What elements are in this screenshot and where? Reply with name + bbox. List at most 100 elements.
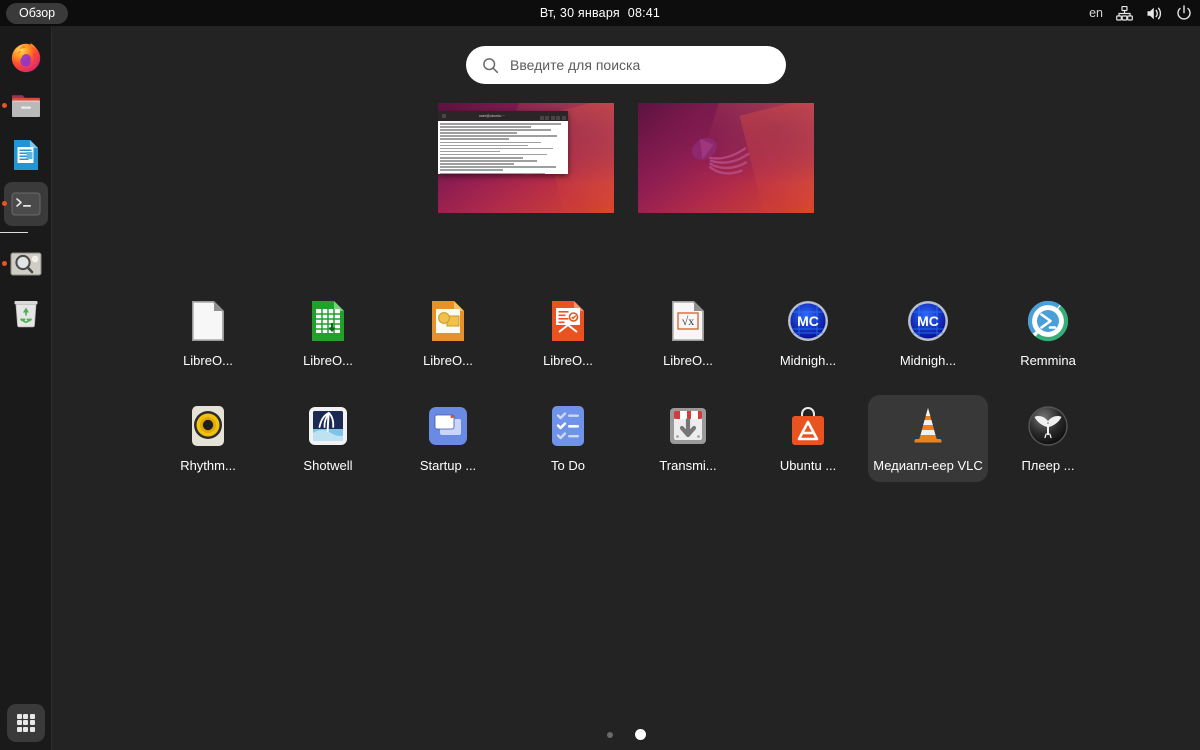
clock-time: 08:41 [627, 6, 661, 20]
svg-text:MC: MC [797, 313, 819, 329]
grid-dot [23, 720, 29, 726]
svg-text:√x: √x [682, 314, 695, 328]
startup-applications-icon [425, 403, 471, 449]
overview-area: Введите для поиска user@ubuntu: ~ LibreO… [52, 26, 1200, 750]
dock-separator [0, 232, 28, 233]
app-label: Startup ... [419, 458, 477, 473]
top-bar: Обзор Вт, 30 января 08:41 en [0, 0, 1200, 26]
grid-dot [30, 720, 36, 726]
libreoffice-draw-icon [425, 298, 471, 344]
clock-menu-button[interactable]: Вт, 30 января 08:41 [0, 6, 1200, 20]
dock-item-firefox[interactable] [0, 32, 52, 81]
app-label: Плеер ... [1021, 458, 1075, 473]
dash-dock [0, 26, 52, 750]
app-item-rhythmbox[interactable]: Rhythm... [148, 395, 268, 482]
dock-item-terminal[interactable] [0, 179, 52, 228]
window-menu-icon [441, 114, 446, 118]
midnight-commander-icon: MC [905, 298, 951, 344]
app-label: Remmina [1020, 353, 1076, 368]
app-item-midnight-commander-1[interactable]: MC Midnigh... [748, 290, 868, 377]
search-input[interactable]: Введите для поиска [466, 46, 786, 84]
remmina-icon [1025, 298, 1071, 344]
grid-dot [16, 720, 22, 726]
app-item-transmission[interactable]: Transmi... [628, 395, 748, 482]
app-item-libreoffice-calc[interactable]: LibreO... [268, 290, 388, 377]
ubuntu-software-icon [785, 403, 831, 449]
app-label: Rhythm... [180, 458, 236, 473]
transmission-icon [665, 403, 711, 449]
clock-date: Вт, 30 января [539, 6, 620, 20]
workspace-thumbnail-2[interactable] [638, 103, 814, 213]
app-label: Midnigh... [779, 353, 837, 368]
app-item-libreoffice-math[interactable]: √x LibreO... [628, 290, 748, 377]
running-indicator [1, 201, 7, 206]
show-applications-button[interactable] [7, 704, 45, 742]
firefox-icon [7, 38, 45, 76]
app-label: Midnigh... [899, 353, 957, 368]
gnome-shell-overview: Обзор Вт, 30 января 08:41 en Введите для… [0, 0, 1200, 750]
page-dot-2[interactable] [634, 729, 646, 740]
power-icon[interactable] [1176, 5, 1192, 21]
app-item-libreoffice-impress[interactable]: LibreO... [508, 290, 628, 377]
dock-item-libreoffice-writer[interactable] [0, 130, 52, 179]
workspace-thumbnail-1[interactable]: user@ubuntu: ~ [438, 103, 614, 213]
app-item-vlc[interactable]: Медиапл-еер VLC [868, 395, 988, 482]
dock-item-files[interactable] [0, 81, 52, 130]
search-icon [482, 57, 499, 74]
grid-dot [30, 727, 36, 733]
libreoffice-impress-icon [545, 298, 591, 344]
trash-icon [7, 294, 45, 332]
app-item-startup-applications[interactable]: Startup ... [388, 395, 508, 482]
dock-item-image-viewer[interactable] [0, 239, 52, 288]
dock-item-list [0, 32, 52, 337]
app-label: LibreO... [183, 353, 233, 368]
app-item-libreoffice-draw[interactable]: LibreO... [388, 290, 508, 377]
window-titlebar: user@ubuntu: ~ [438, 111, 568, 121]
libreoffice-calc-icon [305, 298, 351, 344]
volume-icon[interactable] [1146, 6, 1163, 21]
app-item-ubuntu-software[interactable]: Ubuntu ... [748, 395, 868, 482]
keyboard-layout-indicator[interactable]: en [1089, 6, 1103, 20]
shotwell-icon [305, 403, 351, 449]
mpv-player-icon [1025, 403, 1071, 449]
app-item-midnight-commander-2[interactable]: MC Midnigh... [868, 290, 988, 377]
grid-dot [16, 727, 22, 733]
app-item-mpv-player[interactable]: Плеер ... [988, 395, 1108, 482]
app-label: LibreO... [303, 353, 353, 368]
page-indicator [52, 729, 1200, 740]
search-area: Введите для поиска [52, 46, 1200, 84]
application-grid: LibreO... LibreO... LibreO... LibreO... … [148, 290, 1108, 482]
app-label: LibreO... [423, 353, 473, 368]
app-label: Медиапл-еер VLC [873, 458, 983, 473]
terminal-content [438, 121, 568, 174]
app-label: LibreO... [663, 353, 713, 368]
app-label: Transmi... [659, 458, 717, 473]
dock-item-trash[interactable] [0, 288, 52, 337]
app-item-todo[interactable]: To Do [508, 395, 628, 482]
app-item-shotwell[interactable]: Shotwell [268, 395, 388, 482]
running-indicator [1, 103, 7, 108]
app-label: LibreO... [543, 353, 593, 368]
libreoffice-math-icon: √x [665, 298, 711, 344]
vlc-icon [905, 403, 951, 449]
app-label: Ubuntu ... [779, 458, 837, 473]
files-folder-icon [7, 87, 45, 125]
network-icon[interactable] [1116, 5, 1133, 21]
todo-icon [545, 403, 591, 449]
libreoffice-start-center-icon [185, 298, 231, 344]
app-item-remmina[interactable]: Remmina [988, 290, 1108, 377]
libreoffice-writer-icon [7, 136, 45, 174]
terminal-window-preview[interactable]: user@ubuntu: ~ [438, 111, 568, 174]
grid-dot [23, 713, 29, 719]
app-item-libreoffice-start[interactable]: LibreO... [148, 290, 268, 377]
grid-dot [16, 713, 22, 719]
app-label: Shotwell [303, 458, 353, 473]
page-dot-1[interactable] [606, 731, 613, 738]
search-placeholder: Введите для поиска [510, 57, 641, 73]
window-title: user@ubuntu: ~ [479, 114, 505, 118]
rhythmbox-icon [185, 403, 231, 449]
grid-dot [30, 713, 36, 719]
app-label: To Do [551, 458, 585, 473]
workspace-thumbnails: user@ubuntu: ~ [52, 103, 1200, 213]
system-tray: en [1089, 0, 1192, 26]
